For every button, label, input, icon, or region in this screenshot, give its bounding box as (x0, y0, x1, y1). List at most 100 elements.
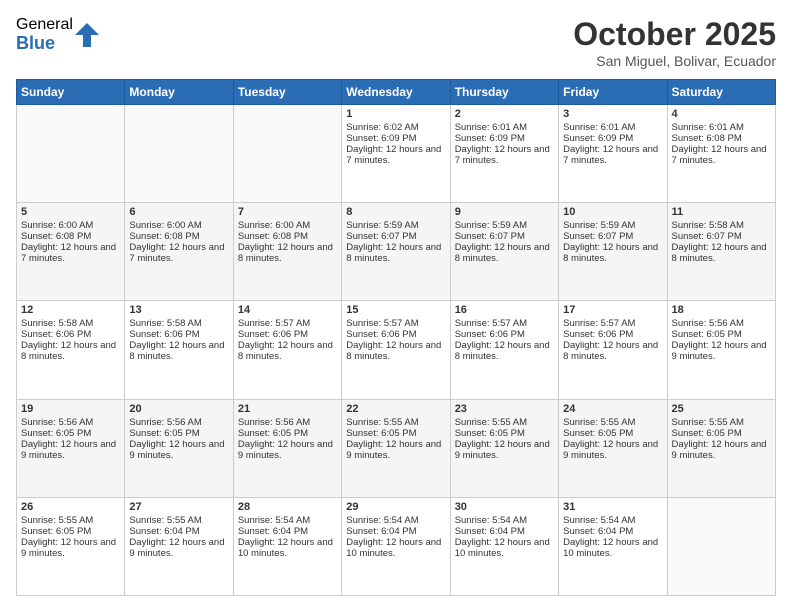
day-info: Daylight: 12 hours and 8 minutes. (346, 340, 445, 362)
day-info: Sunset: 6:05 PM (672, 329, 771, 340)
table-row: 31Sunrise: 5:54 AMSunset: 6:04 PMDayligh… (559, 497, 667, 595)
table-row: 16Sunrise: 5:57 AMSunset: 6:06 PMDayligh… (450, 301, 558, 399)
logo: General Blue (16, 16, 99, 53)
day-info: Sunset: 6:04 PM (129, 526, 228, 537)
day-number: 11 (672, 206, 771, 218)
day-info: Sunrise: 5:57 AM (238, 318, 337, 329)
day-info: Sunrise: 6:00 AM (238, 220, 337, 231)
day-number: 21 (238, 403, 337, 415)
day-info: Sunrise: 6:01 AM (672, 122, 771, 133)
page: General Blue October 2025 San Miguel, Bo… (0, 0, 792, 612)
day-info: Sunset: 6:07 PM (563, 231, 662, 242)
day-info: Sunset: 6:09 PM (563, 133, 662, 144)
day-info: Daylight: 12 hours and 7 minutes. (563, 144, 662, 166)
day-info: Sunrise: 5:54 AM (455, 515, 554, 526)
day-number: 7 (238, 206, 337, 218)
table-row: 9Sunrise: 5:59 AMSunset: 6:07 PMDaylight… (450, 203, 558, 301)
day-number: 10 (563, 206, 662, 218)
day-info: Sunset: 6:09 PM (455, 133, 554, 144)
table-row: 3 Sunrise: 6:01 AMSunset: 6:09 PMDaylight… (559, 105, 667, 203)
day-info: Sunrise: 5:56 AM (129, 417, 228, 428)
day-info: Sunrise: 5:57 AM (563, 318, 662, 329)
day-info: Sunrise: 5:55 AM (21, 515, 120, 526)
day-info: Sunset: 6:06 PM (21, 329, 120, 340)
table-row: 30Sunrise: 5:54 AMSunset: 6:04 PMDayligh… (450, 497, 558, 595)
table-row: 11Sunrise: 5:58 AMSunset: 6:07 PMDayligh… (667, 203, 775, 301)
day-info: Daylight: 12 hours and 9 minutes. (238, 439, 337, 461)
header-friday: Friday (559, 80, 667, 105)
table-row: 19Sunrise: 5:56 AMSunset: 6:05 PMDayligh… (17, 399, 125, 497)
table-row: 4Sunrise: 6:01 AMSunset: 6:08 PMDaylight… (667, 105, 775, 203)
day-info: Sunset: 6:06 PM (455, 329, 554, 340)
table-row: 8Sunrise: 5:59 AMSunset: 6:07 PMDaylight… (342, 203, 450, 301)
day-info: Sunset: 6:08 PM (129, 231, 228, 242)
table-row: 2Sunrise: 6:01 AMSunset: 6:09 PMDaylight… (450, 105, 558, 203)
day-info: Daylight: 12 hours and 8 minutes. (563, 242, 662, 264)
day-number: 22 (346, 403, 445, 415)
day-info: Sunrise: 5:58 AM (129, 318, 228, 329)
table-row: 6Sunrise: 6:00 AMSunset: 6:08 PMDaylight… (125, 203, 233, 301)
table-row: 21 Sunrise: 5:56 AMSunset: 6:05 PMDayligh… (233, 399, 341, 497)
day-info: Sunrise: 5:54 AM (238, 515, 337, 526)
calendar-week-row: 19Sunrise: 5:56 AMSunset: 6:05 PMDayligh… (17, 399, 776, 497)
day-info: Sunrise: 5:57 AM (455, 318, 554, 329)
header: General Blue October 2025 San Miguel, Bo… (16, 16, 776, 69)
location-title: San Miguel, Bolivar, Ecuador (573, 53, 776, 69)
table-row: 7Sunrise: 6:00 AMSunset: 6:08 PMDaylight… (233, 203, 341, 301)
header-monday: Monday (125, 80, 233, 105)
day-info: Sunset: 6:06 PM (129, 329, 228, 340)
day-info: Daylight: 12 hours and 7 minutes. (21, 242, 120, 264)
day-info: Sunrise: 5:56 AM (238, 417, 337, 428)
day-number: 5 (21, 206, 120, 218)
day-number: 19 (21, 403, 120, 415)
day-info: Daylight: 12 hours and 8 minutes. (455, 340, 554, 362)
day-info: Sunrise: 5:55 AM (455, 417, 554, 428)
table-row: 24Sunrise: 5:55 AMSunset: 6:05 PMDayligh… (559, 399, 667, 497)
day-number: 17 (563, 304, 662, 316)
day-info: Sunset: 6:05 PM (21, 526, 120, 537)
day-number: 29 (346, 501, 445, 513)
day-info: Sunrise: 5:59 AM (455, 220, 554, 231)
day-info: Daylight: 12 hours and 9 minutes. (672, 439, 771, 461)
day-info: Sunset: 6:08 PM (672, 133, 771, 144)
day-info: Sunset: 6:05 PM (238, 428, 337, 439)
day-info: Daylight: 12 hours and 8 minutes. (129, 340, 228, 362)
header-tuesday: Tuesday (233, 80, 341, 105)
day-info: Sunset: 6:08 PM (238, 231, 337, 242)
table-row: 20Sunrise: 5:56 AMSunset: 6:05 PMDayligh… (125, 399, 233, 497)
month-title: October 2025 (573, 16, 776, 53)
day-info: Sunrise: 5:54 AM (563, 515, 662, 526)
calendar-week-row: 5Sunrise: 6:00 AMSunset: 6:08 PMDaylight… (17, 203, 776, 301)
table-row (125, 105, 233, 203)
table-row: 23Sunrise: 5:55 AMSunset: 6:05 PMDayligh… (450, 399, 558, 497)
day-info: Daylight: 12 hours and 8 minutes. (238, 340, 337, 362)
day-info: Sunset: 6:04 PM (563, 526, 662, 537)
day-number: 3 (563, 108, 662, 120)
day-number: 13 (129, 304, 228, 316)
day-info: Sunrise: 5:59 AM (346, 220, 445, 231)
calendar-table: Sunday Monday Tuesday Wednesday Thursday… (16, 79, 776, 596)
header-wednesday: Wednesday (342, 80, 450, 105)
day-number: 8 (346, 206, 445, 218)
day-number: 27 (129, 501, 228, 513)
day-info: Sunrise: 6:01 AM (563, 122, 662, 133)
day-number: 28 (238, 501, 337, 513)
day-number: 26 (21, 501, 120, 513)
table-row: 15Sunrise: 5:57 AMSunset: 6:06 PMDayligh… (342, 301, 450, 399)
day-number: 20 (129, 403, 228, 415)
day-info: Sunrise: 5:55 AM (129, 515, 228, 526)
calendar-week-row: 12Sunrise: 5:58 AMSunset: 6:06 PMDayligh… (17, 301, 776, 399)
table-row: 18Sunrise: 5:56 AMSunset: 6:05 PMDayligh… (667, 301, 775, 399)
day-info: Sunrise: 6:01 AM (455, 122, 554, 133)
logo-blue: Blue (16, 34, 73, 54)
day-info: Daylight: 12 hours and 9 minutes. (21, 439, 120, 461)
day-number: 6 (129, 206, 228, 218)
day-number: 12 (21, 304, 120, 316)
table-row: 27Sunrise: 5:55 AMSunset: 6:04 PMDayligh… (125, 497, 233, 595)
day-info: Sunrise: 5:55 AM (346, 417, 445, 428)
table-row: 28Sunrise: 5:54 AMSunset: 6:04 PMDayligh… (233, 497, 341, 595)
table-row: 22Sunrise: 5:55 AMSunset: 6:05 PMDayligh… (342, 399, 450, 497)
day-number: 14 (238, 304, 337, 316)
day-info: Daylight: 12 hours and 9 minutes. (21, 537, 120, 559)
header-saturday: Saturday (667, 80, 775, 105)
